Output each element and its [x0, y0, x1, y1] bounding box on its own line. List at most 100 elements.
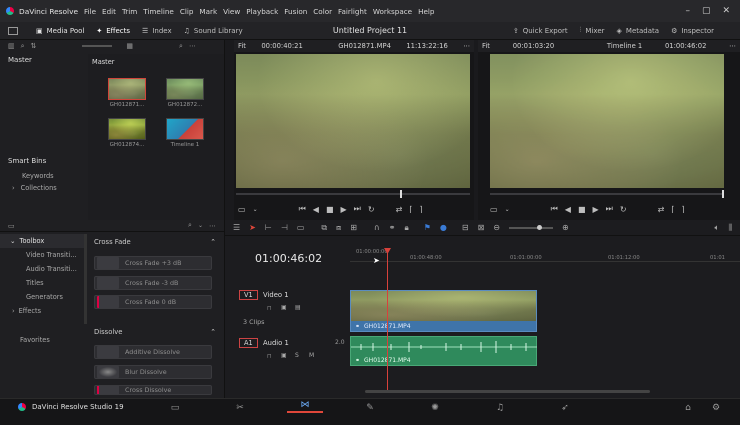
loop-icon[interactable]: ↻ — [368, 205, 375, 214]
timeline-scrollbar[interactable] — [365, 390, 650, 393]
full-extent-zoom-icon[interactable]: ⊟ — [462, 223, 469, 232]
mark-out-icon[interactable]: ⌉ — [681, 205, 684, 214]
master-bin-header[interactable]: Master — [8, 56, 32, 64]
menu-item[interactable]: Trim — [122, 7, 137, 16]
mark-in-icon[interactable]: ⌈ — [409, 205, 412, 214]
mixer-button[interactable]: ⫶ Mixer — [574, 26, 611, 35]
go-to-start-icon[interactable]: ⏮ — [299, 204, 306, 214]
view-options-icon[interactable]: ▭ — [490, 205, 498, 214]
menu-item[interactable]: Playback — [246, 7, 278, 16]
effect-item[interactable]: Cross Fade -3 dB — [94, 276, 212, 290]
track-id[interactable]: A1 — [239, 338, 258, 348]
toolbox-item[interactable]: Generators — [0, 290, 84, 304]
favorites-header[interactable]: Favorites — [20, 336, 50, 344]
media-pool-button[interactable]: ▣ Media Pool — [30, 27, 90, 35]
menu-item[interactable]: Mark — [199, 7, 217, 16]
metadata-button[interactable]: ◈ Metadata — [611, 27, 666, 35]
auto-select-icon[interactable]: ▣ — [281, 304, 287, 311]
source-zoom-select[interactable]: Fit — [238, 42, 246, 50]
menu-item[interactable]: Help — [418, 7, 434, 16]
timeline-video-frame[interactable] — [490, 54, 724, 188]
detail-zoom-icon[interactable]: ⊠ — [478, 223, 485, 232]
go-to-end-icon[interactable]: ⏭ — [354, 204, 361, 214]
color-page-icon[interactable]: ✺ — [417, 399, 453, 417]
bin-sort-icon[interactable]: ⇅ — [31, 42, 37, 50]
play-icon[interactable]: ▶ — [341, 205, 347, 214]
toolbox-item[interactable]: › Effects — [0, 304, 84, 318]
deliver-page-icon[interactable]: ➶ — [547, 399, 583, 417]
toolbox-header[interactable]: ⌄ Toolbox — [0, 234, 84, 248]
flag-icon[interactable]: ⚑ — [424, 223, 431, 232]
match-frame-icon[interactable]: ⇄ — [396, 205, 403, 214]
reverse-play-icon[interactable]: ◀ — [565, 205, 571, 214]
media-page-icon[interactable]: ▭ — [157, 399, 193, 417]
go-to-end-icon[interactable]: ⏭ — [606, 204, 613, 214]
position-lock-icon[interactable]: 🔒︎ — [404, 223, 408, 233]
menu-item[interactable]: Fairlight — [338, 7, 367, 16]
menu-item[interactable]: View — [223, 7, 240, 16]
effect-item[interactable]: Cross Fade +3 dB — [94, 256, 212, 270]
dissolve-header[interactable]: Dissolve ⌃ — [94, 328, 216, 336]
more-icon[interactable]: ⋯ — [189, 42, 196, 50]
lock-icon[interactable]: ⊓ — [267, 353, 272, 360]
panel-toggle-icon[interactable] — [8, 26, 18, 35]
close-icon[interactable]: ✕ — [722, 6, 730, 16]
sound-library-button[interactable]: ♫ Sound Library — [178, 27, 249, 35]
panel-toggle-icon[interactable]: ▭ — [8, 222, 15, 230]
search-icon[interactable]: ⌕ — [179, 42, 183, 51]
inspector-button[interactable]: ⚙ Inspector — [665, 27, 720, 35]
menu-item[interactable]: File — [84, 7, 96, 16]
menu-item[interactable]: Timeline — [143, 7, 174, 16]
audio-clip[interactable]: ⚭ GH012871.MP4 — [350, 336, 537, 366]
match-frame-icon[interactable]: ⇄ — [658, 205, 665, 214]
zoom-out-icon[interactable]: ⊖ — [493, 223, 500, 232]
maximize-icon[interactable]: ▢ — [702, 6, 711, 16]
replace-clip-icon[interactable]: ⊞ — [350, 223, 357, 232]
view-options-icon[interactable]: ▭ — [238, 205, 246, 214]
zoom-in-icon[interactable]: ⊕ — [562, 223, 569, 232]
blade-tool-icon[interactable]: ▭ — [297, 223, 305, 232]
effect-item[interactable]: Blur Dissolve — [94, 365, 212, 379]
disable-track-icon[interactable]: ▤ — [295, 304, 301, 311]
toolbox-item[interactable]: Titles — [0, 276, 84, 290]
toolbox-item[interactable]: Audio Transiti... — [0, 262, 84, 276]
menu-item[interactable]: Workspace — [373, 7, 412, 16]
effect-item[interactable]: Additive Dissolve — [94, 345, 212, 359]
cross-fade-header[interactable]: Cross Fade ⌃ — [94, 238, 216, 246]
mark-in-icon[interactable]: ⌈ — [671, 205, 674, 214]
toolbox-item[interactable]: Video Transiti... — [0, 248, 84, 262]
menu-item[interactable]: Edit — [102, 7, 116, 16]
go-to-start-icon[interactable]: ⏮ — [551, 204, 558, 214]
loop-icon[interactable]: ↻ — [620, 205, 627, 214]
timeline-ruler[interactable]: 01:00:00:00 01:00:48:00 01:01:00:00 01:0… — [350, 246, 740, 262]
mark-out-icon[interactable]: ⌉ — [419, 205, 422, 214]
dynamic-trim-icon[interactable]: ⊣ — [281, 223, 288, 232]
timeline-viewer-playhead[interactable] — [722, 190, 724, 198]
mute-icon[interactable]: M — [309, 352, 314, 359]
chevron-down-icon[interactable]: ⌄ — [253, 206, 258, 213]
search-icon[interactable]: ⌕ — [188, 221, 192, 230]
video-clip[interactable]: ⚭ GH012871.MP4 — [350, 290, 537, 332]
timeline-timecode[interactable]: 01:00:46:02 — [255, 252, 322, 265]
fusion-page-icon[interactable]: ✎ — [352, 399, 388, 417]
source-scrubber[interactable] — [236, 190, 470, 198]
audio-meter-icon[interactable]: ⫼ — [728, 223, 732, 233]
keywords-item[interactable]: Keywords — [22, 172, 54, 180]
clip-thumbnail[interactable] — [166, 78, 204, 100]
stop-icon[interactable]: ■ — [578, 205, 586, 214]
minimize-icon[interactable]: – — [685, 6, 690, 16]
zoom-slider-handle[interactable] — [536, 224, 542, 230]
source-clip-name[interactable]: GH012871.MP4 — [338, 42, 391, 50]
track-name[interactable]: Audio 1 — [263, 339, 289, 347]
track-name[interactable]: Video 1 — [263, 291, 289, 299]
more-icon[interactable]: ⋯ — [209, 222, 216, 230]
reverse-play-icon[interactable]: ◀ — [313, 205, 319, 214]
linked-selection-icon[interactable]: ⚭ — [389, 223, 396, 232]
audio-volume-icon[interactable]: 🔈︎ — [715, 223, 720, 233]
bin-list-icon[interactable]: ▥ — [8, 42, 15, 50]
track-id[interactable]: V1 — [239, 290, 258, 300]
stop-icon[interactable]: ■ — [326, 205, 334, 214]
quick-export-button[interactable]: ⇪ Quick Export — [507, 27, 574, 35]
effects-scrollbar[interactable] — [84, 234, 87, 324]
timeline-playhead[interactable] — [384, 248, 391, 392]
